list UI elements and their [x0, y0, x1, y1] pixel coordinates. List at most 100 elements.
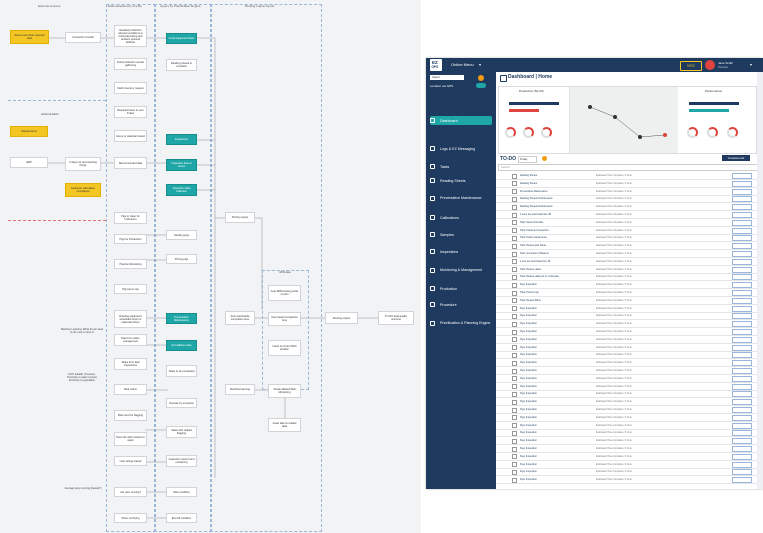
sidebar-item-pm[interactable]: Preventative Maintenance: [430, 192, 492, 204]
sidebar-item-dashboard[interactable]: Dashboard: [430, 116, 492, 125]
row-action-button[interactable]: [732, 391, 752, 398]
row-checkbox[interactable]: [512, 345, 517, 351]
table-row[interactable]: Flyer Inspection Estimated Time Complete:…: [496, 390, 757, 399]
chevron-down-icon[interactable]: ▾: [479, 62, 481, 67]
todo-filter-select[interactable]: Today: [518, 156, 537, 163]
table-row[interactable]: Flyer Inspection Estimated Time Complete:…: [496, 351, 757, 360]
table-row[interactable]: Flyer Inspection Estimated Time Complete:…: [496, 414, 757, 422]
table-row[interactable]: 1 lens are Automated Are 48 Estimated Tim…: [496, 258, 757, 266]
sidebar-item-planning[interactable]: Prioritization & Planning Engine: [430, 316, 492, 330]
row-checkbox[interactable]: [512, 282, 517, 288]
row-checkbox[interactable]: [512, 430, 517, 436]
row-checkbox[interactable]: [512, 368, 517, 374]
sidebar-item-samples[interactable]: Samples: [430, 230, 492, 239]
row-action-button[interactable]: [732, 368, 752, 374]
row-action-button[interactable]: [732, 204, 752, 211]
table-row[interactable]: Reading Sheets Estimated Time Complete: 5…: [496, 180, 757, 188]
table-row[interactable]: Flyer Inspection Estimated Time Complete:…: [496, 429, 757, 438]
row-action-button[interactable]: [732, 399, 752, 406]
sidebar-item-production[interactable]: Production: [430, 284, 492, 293]
row-action-button[interactable]: [732, 453, 752, 460]
table-row[interactable]: Flyer Inspection Estimated Time Complete:…: [496, 445, 757, 453]
row-checkbox[interactable]: [512, 438, 517, 444]
table-row[interactable]: Reading Sheets Estimated Time Complete: 5…: [496, 172, 757, 180]
row-checkbox[interactable]: [512, 477, 517, 483]
row-action-button[interactable]: [732, 336, 752, 343]
row-action-button[interactable]: [732, 251, 752, 257]
row-action-button[interactable]: [732, 438, 752, 445]
table-row[interactable]: Task: Select Schedule Estimated Time Comp…: [496, 219, 757, 227]
table-row[interactable]: Flyer Inspection Estimated Time Complete:…: [496, 320, 757, 329]
table-row[interactable]: Flyer Inspection Estimated Time Complete:…: [496, 328, 757, 336]
gps-toggle[interactable]: [476, 83, 486, 88]
table-row[interactable]: Flyer Inspection Estimated Time Complete:…: [496, 406, 757, 414]
sidebar-item-calibrations[interactable]: Calibrations: [430, 213, 492, 222]
row-action-button[interactable]: [732, 375, 752, 382]
row-action-button[interactable]: [732, 227, 752, 234]
online-menu[interactable]: Online Menu: [451, 62, 474, 67]
table-row[interactable]: Flyer Inspection Estimated Time Complete:…: [496, 359, 757, 368]
row-checkbox[interactable]: [512, 407, 517, 413]
row-checkbox[interactable]: [512, 204, 517, 210]
row-checkbox[interactable]: [512, 243, 517, 249]
table-row[interactable]: 1 Lens are Automated Are 48 Estimated Tim…: [496, 211, 757, 219]
table-row[interactable]: Flyer Inspection Estimated Time Complete:…: [496, 398, 757, 407]
row-action-button[interactable]: [732, 282, 752, 289]
row-checkbox[interactable]: [512, 321, 517, 327]
row-checkbox[interactable]: [512, 423, 517, 429]
table-row[interactable]: Reading Sheets Field Reviews Estimated Ti…: [496, 203, 757, 212]
table-row[interactable]: Flyer Inspection Estimated Time Complete:…: [496, 476, 757, 485]
row-action-button[interactable]: [732, 274, 752, 281]
table-row[interactable]: Flyer Inspection Estimated Time Complete:…: [496, 312, 757, 321]
table-row[interactable]: Flyer Inspection Estimated Time Complete:…: [496, 305, 757, 313]
filter-icon[interactable]: [542, 156, 547, 161]
complete-task-button[interactable]: Complete task: [722, 155, 750, 161]
row-checkbox[interactable]: [512, 391, 517, 397]
row-checkbox[interactable]: [512, 469, 517, 475]
map-view[interactable]: [570, 87, 678, 153]
row-checkbox[interactable]: [512, 267, 517, 273]
table-row[interactable]: Flyer Inspection Estimated Time Complete:…: [496, 344, 757, 352]
row-action-button[interactable]: [732, 235, 752, 242]
table-row[interactable]: Flyer Inspection Estimated Time Complete:…: [496, 375, 757, 383]
row-action-button[interactable]: [732, 297, 752, 304]
sidebar-item-procedure[interactable]: Procedure: [430, 300, 492, 309]
location-pin-icon[interactable]: [478, 75, 484, 81]
row-checkbox[interactable]: [512, 251, 517, 257]
row-action-button[interactable]: [732, 477, 752, 484]
row-action-button[interactable]: [732, 461, 752, 468]
ivrc-badge[interactable]: IVRC: [680, 61, 702, 71]
row-action-button[interactable]: [732, 422, 752, 429]
table-row[interactable]: Task: Fluids maintenance Estimated Time C…: [496, 234, 757, 243]
row-action-button[interactable]: [732, 383, 752, 390]
table-row[interactable]: Task: Reduce dates Estimated Time Complet…: [496, 266, 757, 274]
table-row[interactable]: Task: Pumps Insp Estimated Time Complete:…: [496, 289, 757, 297]
row-checkbox[interactable]: [512, 329, 517, 335]
table-row[interactable]: Flyer Inspection Estimated Time Complete:…: [496, 383, 757, 391]
row-checkbox[interactable]: [512, 384, 517, 390]
table-row[interactable]: Preventative Maintenance Estimated Time C…: [496, 188, 757, 196]
table-row[interactable]: Flyer Inspection Estimated Time Complete:…: [496, 336, 757, 344]
row-action-button[interactable]: [732, 414, 752, 421]
sidebar-item-monitoring[interactable]: Monitoring & Management: [430, 264, 492, 276]
table-row[interactable]: Reading Sheets Field Reviews Estimated Ti…: [496, 195, 757, 204]
row-checkbox[interactable]: [512, 235, 517, 241]
search-input[interactable]: Search: [498, 164, 759, 171]
table-row[interactable]: Flyer Inspection Estimated Time Complete:…: [496, 281, 757, 290]
row-checkbox[interactable]: [512, 290, 517, 296]
sidebar-item-logs[interactable]: Logs & EZ Messaging: [430, 144, 492, 153]
table-row[interactable]: Flyer Inspection Estimated Time Complete:…: [496, 437, 757, 446]
row-action-button[interactable]: [732, 243, 752, 250]
row-action-button[interactable]: [732, 430, 752, 437]
row-action-button[interactable]: [732, 313, 752, 320]
row-checkbox[interactable]: [512, 376, 517, 382]
row-checkbox[interactable]: [512, 196, 517, 202]
row-checkbox[interactable]: [512, 259, 517, 265]
row-checkbox[interactable]: [512, 337, 517, 343]
table-row[interactable]: Flyer Inspection Estimated Time Complete:…: [496, 453, 757, 461]
row-action-button[interactable]: [732, 352, 752, 359]
table-row[interactable]: Flyer Inspection Estimated Time Complete:…: [496, 367, 757, 375]
user-menu-chevron-icon[interactable]: ▾: [750, 62, 752, 67]
location-select[interactable]: Select: [430, 75, 464, 80]
row-action-button[interactable]: [732, 321, 752, 328]
